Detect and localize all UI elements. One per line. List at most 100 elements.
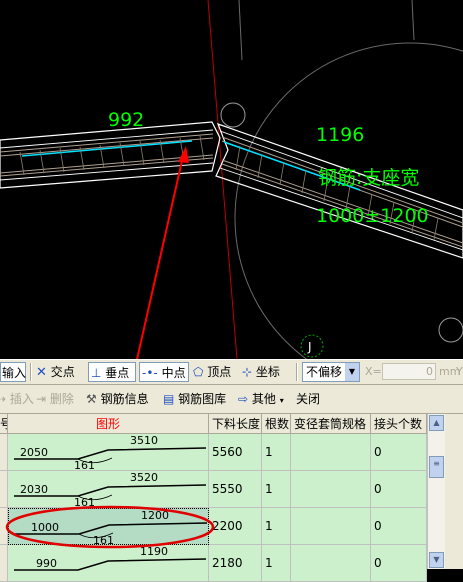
table-row[interactable]: 2050 3510 161 5560 1 0	[0, 434, 427, 471]
midpoint-icon: -•-	[142, 366, 158, 380]
offset-mode-select[interactable]: 不偏移 ▼	[302, 362, 360, 382]
row-header[interactable]	[0, 545, 8, 582]
rebar-table: 号 图形 下料长度 根数 变径套筒规格 接头个数 2050 3510 161 5…	[0, 414, 463, 582]
left-length: 990	[36, 557, 57, 570]
left-length: 1000	[31, 521, 59, 534]
rebar-info-icon: ⚒	[86, 392, 97, 406]
column-header-cut-length[interactable]: 下料长度	[209, 414, 262, 434]
insert-button[interactable]: ⇢ 插入	[0, 389, 34, 409]
count-cell[interactable]: 1	[262, 508, 291, 545]
insert-label: 插入	[9, 392, 34, 406]
right-length: 3520	[130, 471, 158, 484]
delete-icon: ⇥	[36, 392, 47, 406]
rebar-library-label: 钢筋图库	[178, 392, 227, 406]
side-panel	[445, 414, 463, 569]
range-label: 1000±1200	[316, 205, 429, 227]
table-row[interactable]: 2030 3520 161 5550 1 0	[0, 471, 427, 508]
node-circle	[220, 102, 246, 128]
cut-length-cell[interactable]: 5560	[209, 434, 262, 471]
row-header[interactable]	[0, 434, 8, 471]
scroll-thumb[interactable]: ≡	[429, 456, 444, 478]
other-icon: ⇨	[238, 392, 249, 406]
left-length: 2050	[20, 446, 48, 459]
cad-viewport[interactable]: 992 1196 钢筋:支座宽 1000±1200 J	[0, 0, 463, 359]
shape-cell[interactable]: 2030 3520 161	[8, 471, 209, 508]
other-menu-button[interactable]: ⇨ 其他 ▾	[238, 389, 292, 409]
perpendicular-icon: ⊥	[91, 366, 102, 380]
toolbar-separator	[296, 363, 298, 381]
annotation-arrow-line	[136, 151, 185, 359]
rebar-info-label: 钢筋信息	[100, 392, 149, 406]
table-row[interactable]: 990 1190 2180 1 0	[0, 545, 427, 582]
joint-count-cell[interactable]: 0	[371, 508, 427, 545]
row-header[interactable]	[0, 471, 8, 508]
column-header-sleeve-spec[interactable]: 变径套筒规格	[291, 414, 371, 434]
vertical-scrollbar[interactable]: ▲ ≡ ▼	[427, 414, 445, 569]
scroll-up-button[interactable]: ▲	[429, 415, 444, 431]
column-header-shape[interactable]: 图形	[8, 414, 209, 434]
shape-cell[interactable]: 2050 3510 161	[8, 434, 209, 471]
rebar-name-label: 钢筋:支座宽	[318, 167, 419, 189]
right-length-label: 1196	[316, 124, 364, 146]
cut-length-cell[interactable]: 2200	[209, 508, 262, 545]
count-cell[interactable]: 1	[262, 434, 291, 471]
coordinate-snap-button[interactable]: ⊹ 坐标	[242, 362, 292, 382]
midpoint-label: 中点	[161, 366, 186, 380]
node-circle	[438, 317, 463, 343]
construction-line	[411, 0, 415, 41]
column-header-joint-count[interactable]: 接头个数	[371, 414, 427, 434]
chevron-down-icon: ▾	[279, 396, 284, 405]
snap-toolbar: 输入 ✕ 交点 ⊥ 垂点 -•- 中点 ⬠ 顶点 ⊹ 坐标 不偏移 ▼ X= 0…	[0, 359, 463, 385]
drawing-canvas[interactable]: 992 1196 钢筋:支座宽 1000±1200 J	[0, 0, 463, 359]
table-row-selected[interactable]: 1000 1200 161 2200 1 0	[0, 508, 427, 545]
shape-cell[interactable]: 990 1190	[8, 545, 209, 582]
sleeve-spec-cell[interactable]	[291, 434, 371, 471]
joint-count-cell[interactable]: 0	[371, 471, 427, 508]
count-cell[interactable]: 1	[262, 471, 291, 508]
x-label: X=	[365, 365, 382, 378]
count-cell[interactable]: 1	[262, 545, 291, 582]
cut-length-cell[interactable]: 5550	[209, 471, 262, 508]
shape-cell[interactable]: 1000 1200 161	[8, 508, 209, 545]
vertex-label: 顶点	[207, 365, 232, 379]
coordinate-label: 坐标	[255, 365, 280, 379]
vertex-snap-button[interactable]: ⬠ 顶点	[193, 362, 239, 382]
column-header-no[interactable]: 号	[0, 414, 8, 434]
scroll-down-button[interactable]: ▼	[429, 552, 444, 568]
joint-count-cell[interactable]: 0	[371, 434, 427, 471]
right-length: 3510	[130, 434, 158, 447]
close-button[interactable]: 关闭	[296, 389, 326, 409]
rebar-library-button[interactable]: ▤ 钢筋图库	[163, 389, 235, 409]
row-header[interactable]	[0, 508, 8, 545]
sleeve-spec-cell[interactable]	[291, 471, 371, 508]
sleeve-spec-cell[interactable]	[291, 545, 371, 582]
rebar-library-icon: ▤	[163, 392, 175, 406]
insert-icon: ⇢	[0, 392, 7, 406]
joint-count-cell[interactable]: 0	[371, 545, 427, 582]
intersection-label: 交点	[50, 365, 75, 379]
vertex-icon: ⬠	[193, 365, 204, 379]
view-marker-circle	[300, 334, 324, 358]
cursor-line	[207, 0, 238, 359]
sleeve-spec-cell[interactable]	[291, 508, 371, 545]
delete-button[interactable]: ⇥ 删除	[36, 389, 80, 409]
cut-length-cell[interactable]: 2180	[209, 545, 262, 582]
view-marker-label: J	[307, 340, 312, 354]
construction-circle	[234, 42, 463, 359]
midpoint-snap-button[interactable]: -•- 中点	[139, 362, 189, 382]
x-coordinate-input[interactable]: 0	[382, 363, 436, 380]
right-length: 1200	[141, 509, 169, 522]
column-header-count[interactable]: 根数	[262, 414, 291, 434]
left-length-label: 992	[108, 109, 144, 131]
rebar-info-button[interactable]: ⚒ 钢筋信息	[86, 389, 158, 409]
y-label: Y	[456, 365, 463, 378]
left-length: 2030	[20, 483, 48, 496]
intersection-snap-button[interactable]: ✕ 交点	[36, 362, 84, 382]
input-button[interactable]: 输入	[0, 362, 26, 382]
chevron-down-icon: ▼	[345, 363, 359, 381]
offset-mode-value: 不偏移	[306, 365, 343, 379]
intersection-icon: ✕	[36, 365, 47, 380]
other-label: 其他	[251, 392, 276, 406]
rebar-toolbar: ⇢ 插入 ⇥ 删除 ⚒ 钢筋信息 ▤ 钢筋图库 ⇨ 其他 ▾ 关闭	[0, 385, 463, 414]
perpendicular-snap-button[interactable]: ⊥ 垂点	[88, 362, 136, 382]
